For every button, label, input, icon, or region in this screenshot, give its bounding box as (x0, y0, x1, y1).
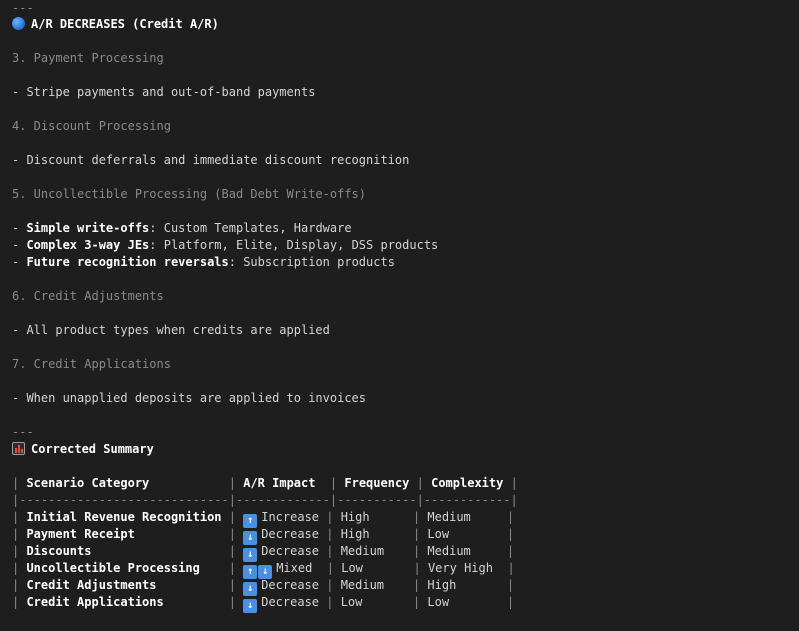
list-item: - Simple write-offs: Custom Templates, H… (12, 221, 352, 235)
complexity-cell: High (427, 578, 457, 592)
heading-payment-processing: 3. Payment Processing (12, 51, 164, 65)
complexity-cell: Very High (427, 561, 493, 575)
table-row: | Credit Applications | ↓ Decrease | Low … (12, 595, 515, 613)
horizontal-rule: --- (12, 425, 34, 439)
complexity-cell: Medium (427, 510, 471, 524)
table-row: | Discounts | ↓ Decrease | Medium | Mediu… (12, 544, 515, 562)
list-item: - All product types when credits are app… (12, 323, 330, 337)
table-row: | Uncollectible Processing | ↑ ↓ Mixed | L… (12, 561, 515, 579)
list-item: - Future recognition reversals: Subscrip… (12, 255, 395, 269)
impact-cell: Decrease (261, 527, 319, 541)
down-arrow-icon: ↓ (243, 599, 258, 613)
complexity-cell: Low (427, 527, 450, 541)
frequency-cell: Low (341, 561, 363, 575)
impact-cell: Decrease (261, 595, 320, 609)
category-cell: Payment Receipt (26, 527, 135, 541)
category-cell: Initial Revenue Recognition (26, 510, 222, 524)
frequency-cell: High (340, 510, 370, 524)
complexity-cell: Medium (427, 544, 471, 558)
list-item: - When unapplied deposits are applied to… (12, 391, 367, 405)
impact-cell: Increase (261, 510, 320, 524)
impact-cell: Mixed (276, 561, 313, 575)
list-item: - Complex 3-way JEs: Platform, Elite, Di… (12, 238, 439, 252)
frequency-cell: High (340, 527, 370, 541)
blue-circle-icon (12, 17, 25, 30)
table-row: | Payment Receipt | ↓ Decrease | High | L… (12, 527, 515, 545)
table-row: | Credit Adjustments | ↓ Decrease | Mediu… (12, 578, 515, 596)
table-row: | Initial Revenue Recognition | ↑ Increas… (12, 510, 515, 528)
category-cell: Credit Adjustments (26, 578, 157, 592)
heading-discount-processing: 4. Discount Processing (12, 119, 171, 133)
table-separator: |-----------------------------|---------… (12, 493, 518, 507)
frequency-cell: Medium (340, 578, 385, 592)
heading-credit-adjustments: 6. Credit Adjustments (12, 289, 164, 303)
category-cell: Uncollectible Processing (26, 561, 200, 575)
list-item: - Discount deferrals and immediate disco… (12, 153, 410, 167)
summary-heading: Corrected Summary (12, 441, 154, 458)
heading-credit-applications: 7. Credit Applications (12, 357, 171, 371)
complexity-cell: Low (427, 595, 450, 609)
category-cell: Credit Applications (26, 595, 164, 609)
horizontal-rule: --- (12, 1, 34, 15)
heading-uncollectible-processing: 5. Uncollectible Processing (Bad Debt Wr… (12, 187, 367, 201)
impact-cell: Decrease (261, 578, 319, 592)
frequency-cell: Medium (340, 544, 385, 558)
list-item: - Stripe payments and out-of-band paymen… (12, 85, 316, 99)
table-header: | Scenario Category | A/R Impact | Frequ… (12, 476, 518, 490)
frequency-cell: Low (340, 595, 363, 609)
impact-cell: Decrease (261, 544, 320, 558)
bar-chart-icon (12, 442, 25, 455)
section-heading: A/R DECREASES (Credit A/R) (12, 16, 219, 33)
category-cell: Discounts (26, 544, 92, 558)
